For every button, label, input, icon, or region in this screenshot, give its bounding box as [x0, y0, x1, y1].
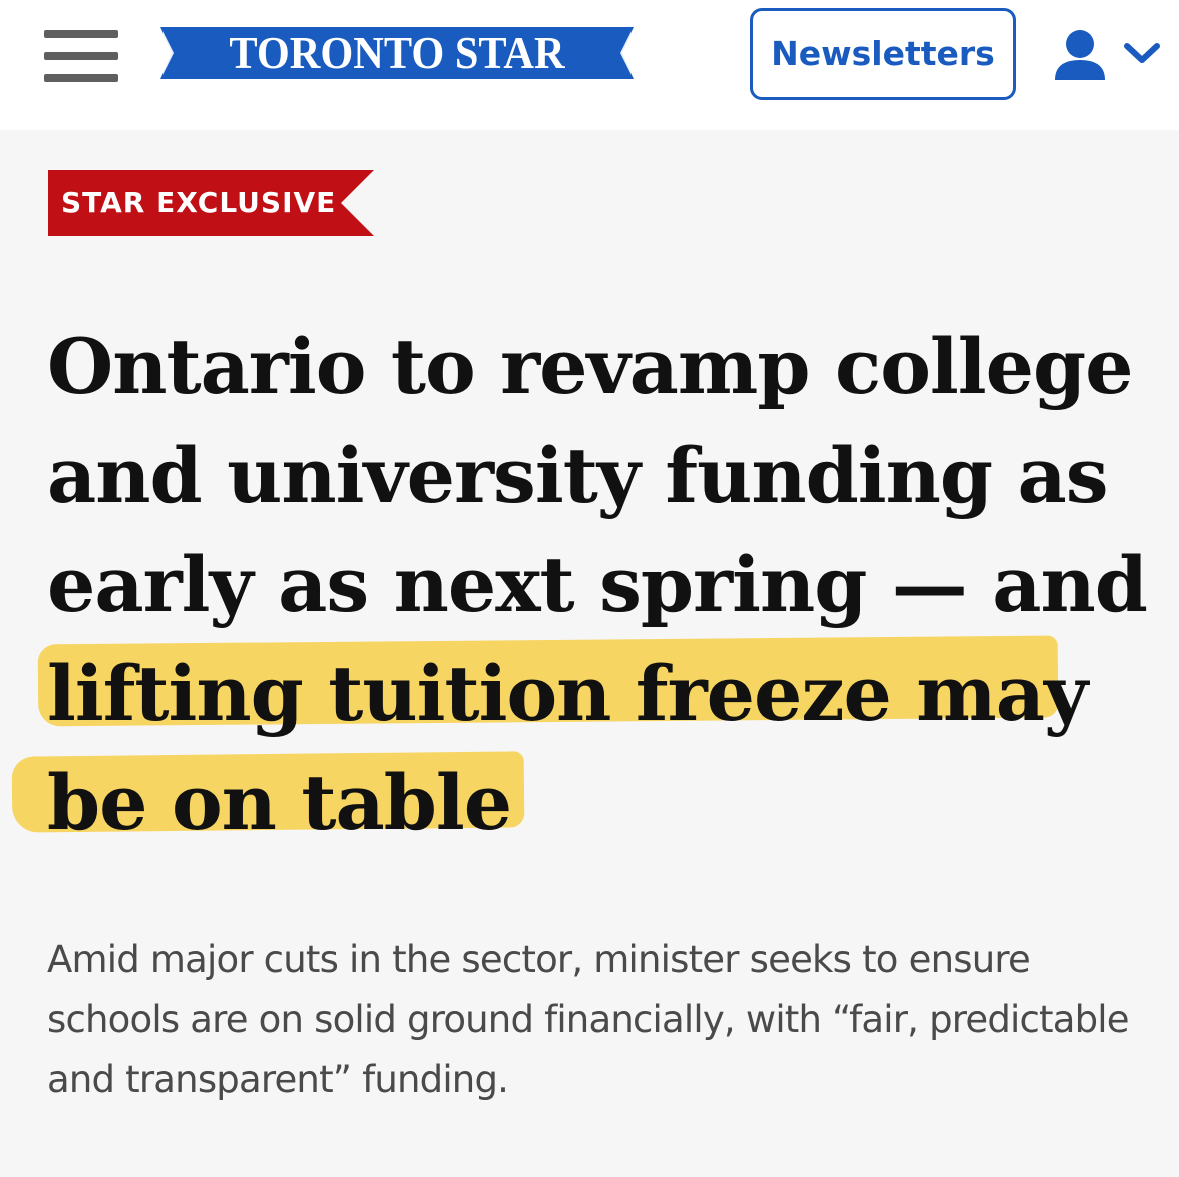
user-icon: [1055, 30, 1105, 80]
article-dek: Amid major cuts in the sector, minister …: [47, 938, 1130, 1101]
menu-bar: [44, 74, 118, 82]
article-headline: Ontario to revamp college and university…: [47, 322, 1148, 847]
account-menu[interactable]: [1050, 28, 1165, 84]
newsletters-button[interactable]: Newsletters: [750, 8, 1016, 100]
menu-bar: [44, 52, 118, 60]
site-header: TORONTO STAR Newsletters: [0, 0, 1179, 130]
star-exclusive-tag: STAR EXCLUSIVE: [48, 170, 374, 236]
logo-text: TORONTO STAR: [229, 27, 565, 78]
toronto-star-logo[interactable]: TORONTO STAR: [160, 27, 634, 79]
menu-bar: [44, 30, 118, 38]
hamburger-menu-icon[interactable]: [44, 30, 118, 82]
chevron-down-icon: [1124, 43, 1160, 63]
tag-label: STAR EXCLUSIVE: [61, 186, 337, 219]
